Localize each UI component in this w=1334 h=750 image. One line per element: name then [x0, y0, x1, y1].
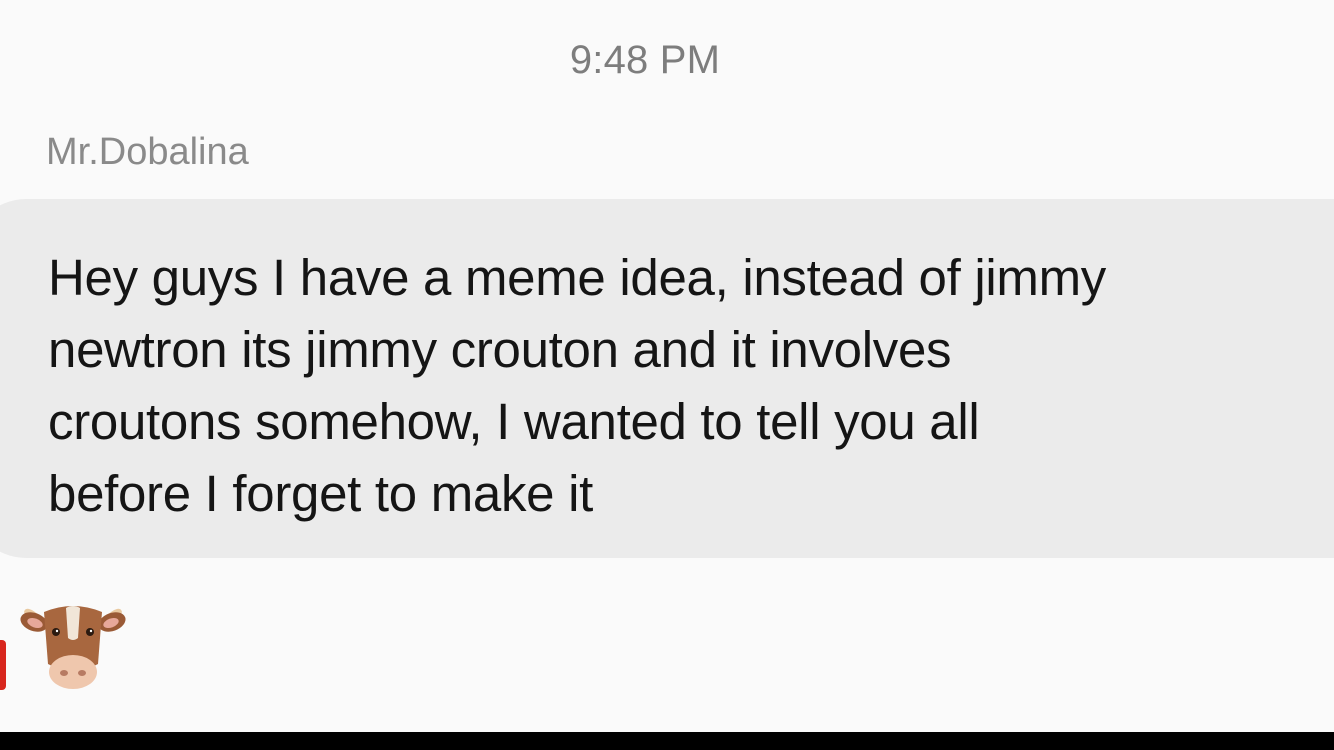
- message-text: Hey guys I have a meme idea, instead of …: [48, 249, 1106, 522]
- cow-face-icon: [20, 606, 126, 689]
- avatar-partial-edge: [0, 640, 6, 690]
- sender-avatar[interactable]: [18, 594, 128, 704]
- bottom-black-bar: [0, 732, 1334, 750]
- sender-name: Mr.Dobalina: [46, 131, 249, 173]
- message-timestamp: 9:48 PM: [569, 38, 721, 82]
- chat-screen: 9:48 PM Mr.Dobalina Hey guys I have a me…: [0, 0, 1334, 732]
